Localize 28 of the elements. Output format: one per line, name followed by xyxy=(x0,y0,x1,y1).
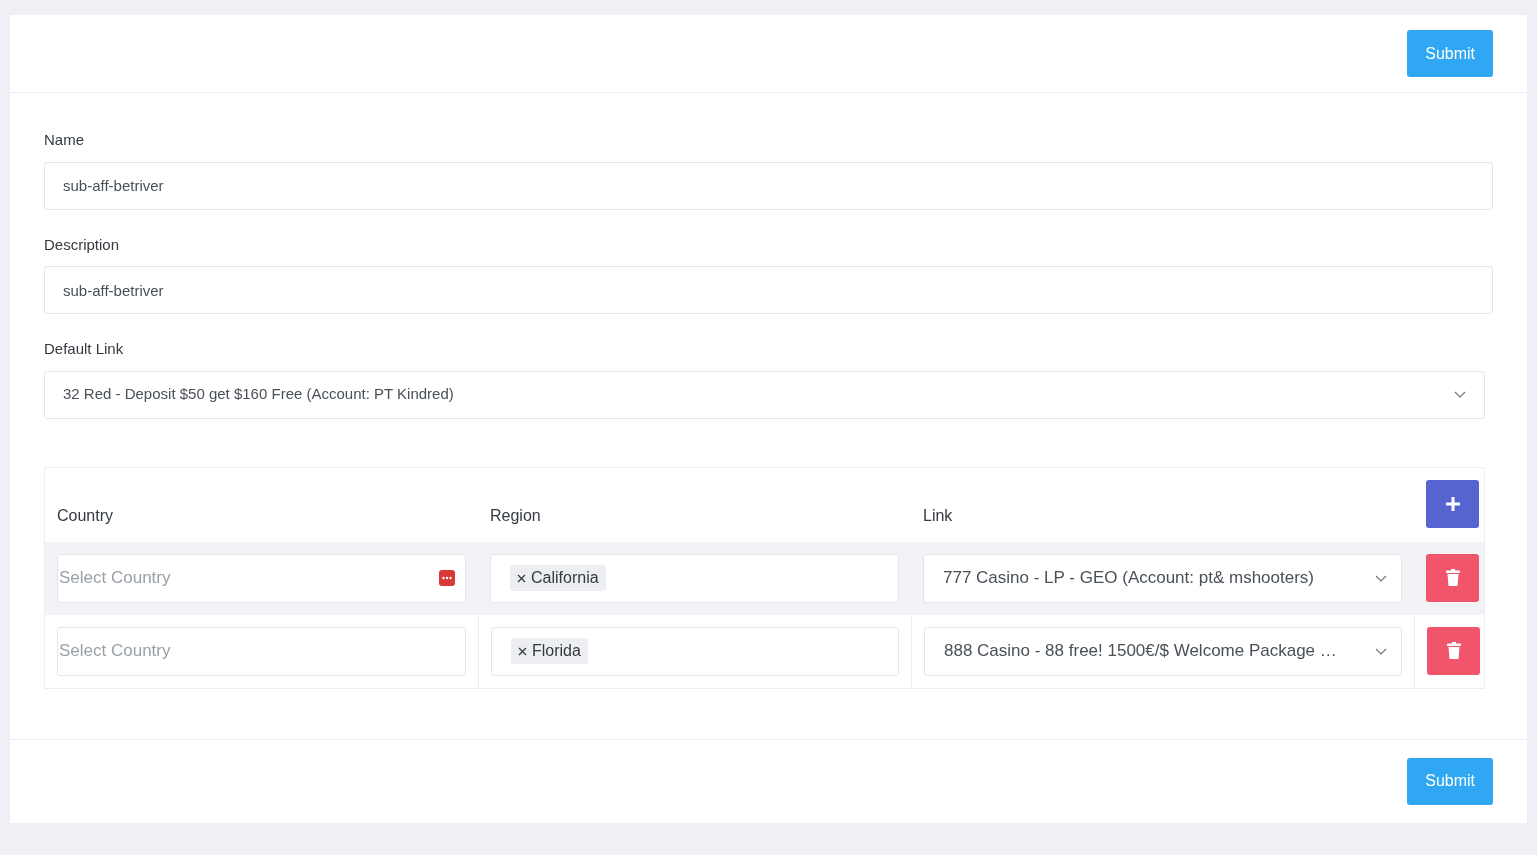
text-field[interactable]: sub-aff-betriver xyxy=(44,266,1493,314)
delete-button[interactable] xyxy=(1426,553,1479,602)
region-field[interactable]: Florida xyxy=(491,626,899,676)
country-select[interactable]: Select Country xyxy=(57,553,466,603)
link-select[interactable]: 32 Red - Deposit $50 get $160 Free (Account: PT Kindred) xyxy=(44,370,1485,419)
chevron-down-icon xyxy=(1375,647,1387,655)
column-header: Region xyxy=(490,505,541,526)
link-select[interactable]: 888 Casino - 88 free! 1500€/$ Welcome Package … xyxy=(924,626,1402,676)
region-tag[interactable]: Florida xyxy=(511,638,588,664)
field-label: Description xyxy=(44,234,120,255)
region-tag[interactable]: California xyxy=(510,565,606,591)
close-icon[interactable] xyxy=(517,573,526,583)
text-field[interactable]: sub-aff-betriver xyxy=(44,161,1493,210)
trash-icon xyxy=(1445,569,1460,586)
delete-button[interactable] xyxy=(1427,626,1480,675)
link-select[interactable]: 777 Casino - LP - GEO (Account: pt& mshooters) xyxy=(923,553,1402,603)
plus-icon xyxy=(1444,495,1461,512)
add-button[interactable] xyxy=(1426,479,1479,528)
column-header: Link xyxy=(923,505,953,526)
country-select[interactable]: Select Country xyxy=(57,626,466,676)
chevron-down-icon xyxy=(1454,391,1466,398)
chevron-down-icon xyxy=(1375,574,1387,582)
field-label: Name xyxy=(44,130,84,150)
close-icon[interactable] xyxy=(518,646,527,656)
field-label: Default Link xyxy=(44,339,124,359)
region-field[interactable]: California xyxy=(490,553,899,603)
trash-icon xyxy=(1446,642,1461,659)
column-header: Country xyxy=(57,505,114,526)
